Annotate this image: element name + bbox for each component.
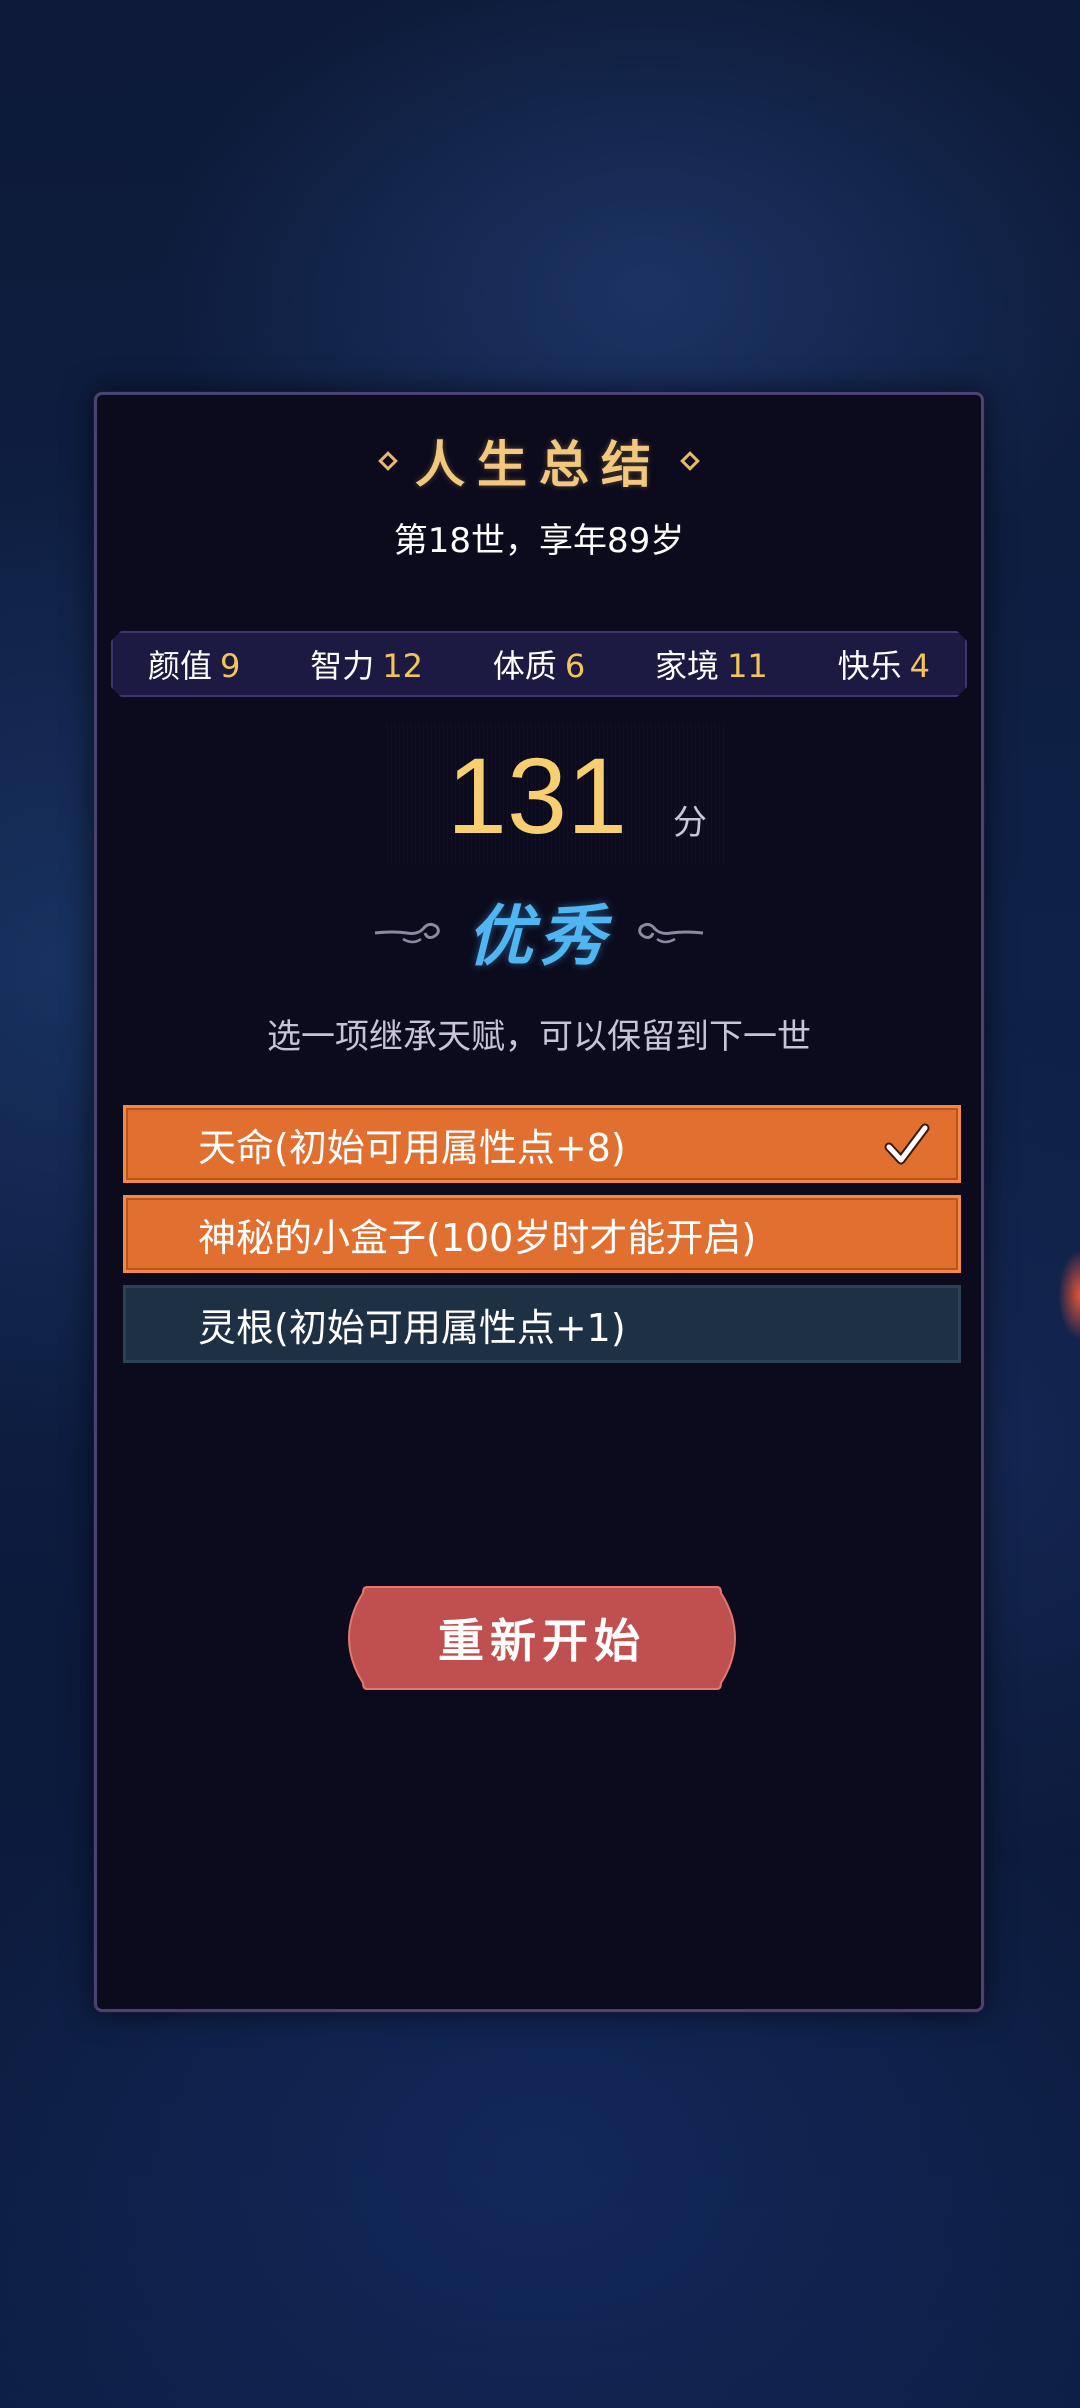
talent-option-label: 神秘的小盒子(100岁时才能开启): [198, 1215, 757, 1260]
stat-value: 4: [909, 647, 931, 685]
title-row: 人生总结: [97, 425, 981, 497]
talent-option-label: 灵根(初始可用属性点+1): [198, 1305, 626, 1350]
stat-intelligence: 智力 12: [310, 641, 423, 687]
total-score: 131: [446, 735, 628, 856]
life-subtitle: 第18世，享年89岁: [393, 521, 685, 561]
grade-label: 优秀: [467, 897, 611, 975]
stat-label: 体质: [492, 647, 557, 685]
grade-row: 优秀: [97, 883, 981, 979]
stat-happiness: 快乐 4: [838, 641, 930, 687]
life-summary-panel: 人生总结 第18世，享年89岁 颜值 9 智力 12 体质 6 家境 11 快乐 4 13…: [94, 392, 984, 2012]
stat-label: 家境: [655, 647, 720, 685]
stat-value: 12: [382, 647, 423, 685]
stat-label: 快乐: [837, 647, 902, 685]
inherit-hint: 选一项继承天赋，可以保留到下一世: [267, 1017, 811, 1057]
stat-family: 家境 11: [655, 641, 768, 687]
stat-value: 11: [727, 647, 768, 685]
cloud-right-icon: [638, 922, 704, 944]
restart-button[interactable]: 重新开始: [347, 1585, 737, 1691]
talent-option-label: 天命(初始可用属性点+8): [198, 1125, 626, 1170]
stat-value: 9: [219, 647, 241, 685]
background-glow: [1058, 1250, 1080, 1340]
checkmark-icon: [884, 1123, 930, 1165]
stat-value: 6: [564, 647, 586, 685]
stat-appearance: 颜值 9: [148, 641, 240, 687]
stat-label: 颜值: [147, 647, 212, 685]
stats-bar: 颜值 9 智力 12 体质 6 家境 11 快乐 4: [111, 631, 967, 697]
talent-option-mystery-box[interactable]: 神秘的小盒子(100岁时才能开启): [123, 1195, 961, 1273]
talent-option-tianming[interactable]: 天命(初始可用属性点+8): [123, 1105, 961, 1183]
restart-label: 重新开始: [438, 1614, 646, 1668]
diamond-left-icon: [378, 451, 398, 471]
stat-constitution: 体质 6: [493, 641, 585, 687]
diamond-right-icon: [680, 451, 700, 471]
stat-label: 智力: [310, 647, 375, 685]
panel-title: 人生总结: [415, 435, 663, 494]
score-unit: 分: [673, 803, 707, 843]
cloud-left-icon: [374, 922, 440, 944]
talent-option-linggen[interactable]: 灵根(初始可用属性点+1): [123, 1285, 961, 1363]
